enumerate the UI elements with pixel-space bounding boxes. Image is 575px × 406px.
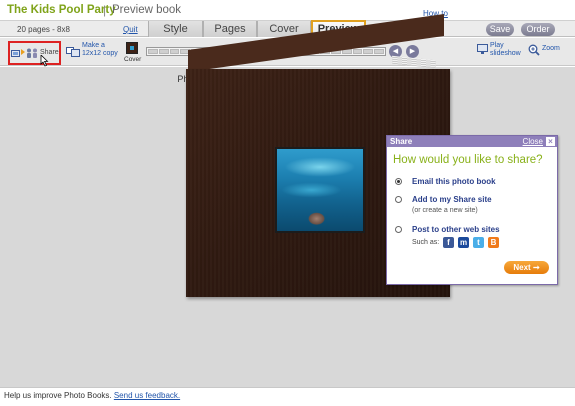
filmstrip-page[interactable] xyxy=(363,49,374,54)
make-copy-label: Make a 12x12 copy xyxy=(82,42,118,57)
order-button[interactable]: Order xyxy=(521,23,555,36)
quit-link[interactable]: Quit xyxy=(123,25,138,34)
monitor-icon xyxy=(477,44,488,54)
share-dialog: Share Close × How would you like to shar… xyxy=(386,135,558,285)
project-title: The Kids Pool Party xyxy=(7,4,116,16)
title-separator: | xyxy=(103,3,107,17)
title-bar: The Kids Pool Party | Preview book How t… xyxy=(0,0,575,20)
share-button[interactable]: Share xyxy=(8,41,61,67)
such-as-label: Such as: xyxy=(412,239,440,246)
play-slideshow-button[interactable]: Play slideshow xyxy=(477,42,521,62)
option-share-site-sub: (or create a new site) xyxy=(412,207,478,214)
view-title: Preview book xyxy=(112,4,182,16)
cover-thumbnail-button[interactable]: Cover xyxy=(124,41,142,65)
blogger-icon: B xyxy=(488,237,499,248)
next-button[interactable]: Next ➞ xyxy=(504,261,549,274)
page-count: 20 pages - 8x8 xyxy=(17,25,70,34)
cover-label: Cover xyxy=(124,56,142,63)
play-slideshow-label: Play slideshow xyxy=(490,42,521,57)
filmstrip-page[interactable] xyxy=(158,49,169,54)
option-email-label[interactable]: Email this photo book xyxy=(412,177,496,186)
share-dialog-header: Share Close × xyxy=(387,136,557,147)
option-other-sites-label[interactable]: Post to other web sites xyxy=(412,225,500,234)
filmstrip-page[interactable] xyxy=(169,49,180,54)
myspace-icon: m xyxy=(458,237,469,248)
footer: Help us improve Photo Books. Send us fee… xyxy=(0,387,575,406)
filmstrip-page[interactable] xyxy=(148,49,158,54)
next-label: Next xyxy=(513,263,531,272)
filmstrip-page[interactable] xyxy=(352,49,363,54)
copy-book-icon xyxy=(66,47,80,57)
arrow-right-icon: ➞ xyxy=(532,263,540,272)
share-dialog-title: Share xyxy=(390,137,413,146)
tab-style[interactable]: Style xyxy=(148,21,203,37)
twitter-icon: t xyxy=(473,237,484,248)
make-copy-button[interactable]: Make a 12x12 copy xyxy=(66,42,124,62)
cover-photo-window xyxy=(275,147,365,233)
tab-row: 20 pages - 8x8 Quit Style Pages Cover Pr… xyxy=(0,20,575,38)
radio-share-site[interactable] xyxy=(395,196,402,203)
tab-pages[interactable]: Pages xyxy=(203,21,257,37)
footer-text: Help us improve Photo Books. Send us fee… xyxy=(4,391,180,400)
close-link[interactable]: Close xyxy=(523,136,543,147)
next-page-button[interactable]: ▶ xyxy=(406,45,419,58)
share-icon xyxy=(11,48,37,58)
radio-email[interactable] xyxy=(395,178,402,185)
zoom-button[interactable]: Zoom xyxy=(528,42,568,62)
zoom-label: Zoom xyxy=(542,45,560,52)
send-feedback-link[interactable]: Send us feedback. xyxy=(114,391,180,400)
option-share-site-label[interactable]: Add to my Share site xyxy=(412,195,492,204)
share-question: How would you like to share? xyxy=(393,154,543,166)
cover-photo xyxy=(277,149,363,231)
feedback-prompt: Help us improve Photo Books. xyxy=(4,391,112,400)
save-button[interactable]: Save xyxy=(486,23,514,36)
cover-icon xyxy=(126,42,138,54)
close-icon[interactable]: × xyxy=(546,137,555,146)
filmstrip-page[interactable] xyxy=(374,49,384,54)
cursor-icon xyxy=(40,55,49,67)
facebook-icon: f xyxy=(443,237,454,248)
radio-other-sites[interactable] xyxy=(395,226,402,233)
magnifier-icon xyxy=(528,44,540,56)
